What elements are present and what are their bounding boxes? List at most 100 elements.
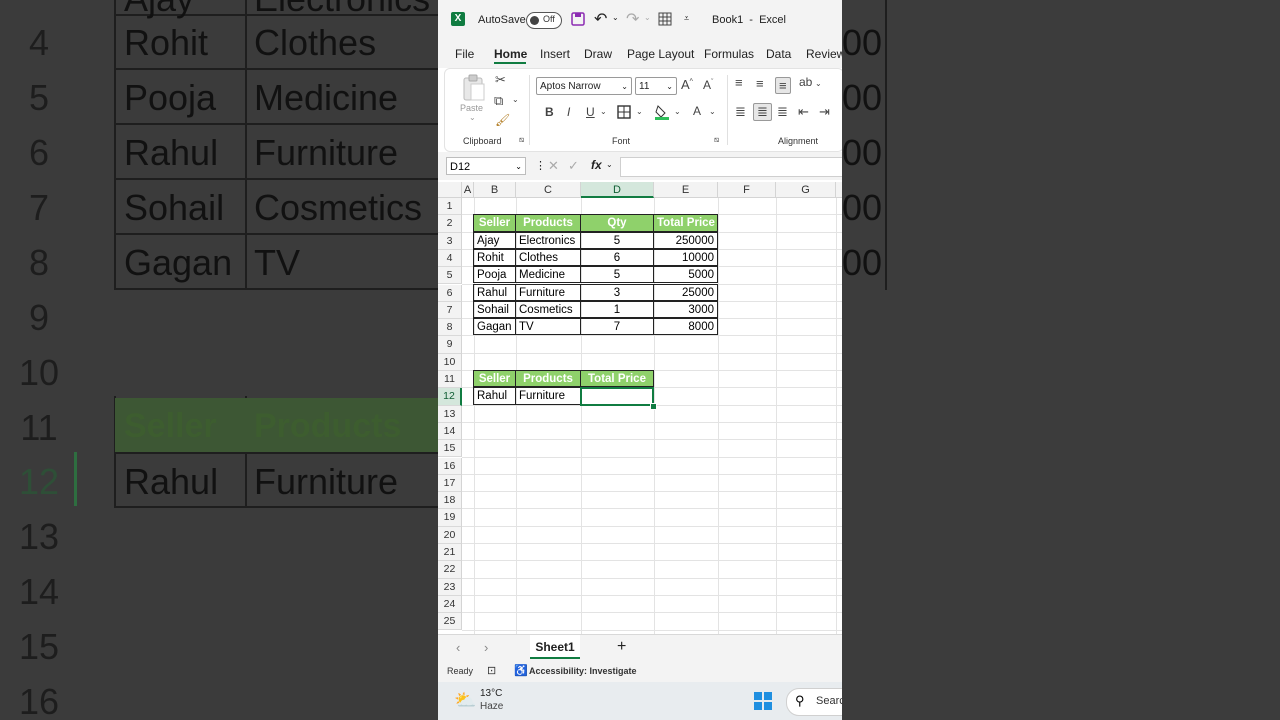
row-header[interactable]: 1 <box>438 198 462 216</box>
redo-dropdown-icon[interactable]: ⌄ <box>644 13 651 22</box>
align-top-icon[interactable]: ≡ <box>735 75 743 90</box>
row-header[interactable]: 24 <box>438 595 462 614</box>
row-header[interactable]: 11 <box>438 371 462 389</box>
table-cell[interactable]: 5000 <box>653 266 718 284</box>
tab-insert[interactable]: Insert <box>540 47 570 61</box>
row-header[interactable]: 19 <box>438 509 462 527</box>
table-header-cell[interactable]: Total Price <box>653 214 718 232</box>
table-cell[interactable]: 7 <box>580 318 654 336</box>
fill-color-dropdown-icon[interactable]: ⌄ <box>674 107 681 116</box>
font-color-dropdown-icon[interactable]: ⌄ <box>709 107 716 116</box>
align-middle-icon[interactable]: ≡ <box>756 76 764 91</box>
italic-icon[interactable]: I <box>567 105 570 119</box>
align-center-icon[interactable]: ≣ <box>753 103 772 121</box>
lookup-header-cell[interactable]: Seller <box>473 370 516 388</box>
enter-icon[interactable]: ✓ <box>568 158 579 174</box>
bold-icon[interactable]: B <box>545 105 554 119</box>
table-header-cell[interactable]: Qty <box>580 214 654 232</box>
row-header[interactable]: 3 <box>438 232 462 250</box>
tab-draw[interactable]: Draw <box>584 47 612 61</box>
column-header-a[interactable]: A <box>462 182 474 198</box>
format-painter-icon[interactable]: 🖌 <box>495 113 510 127</box>
row-header[interactable]: 4 <box>438 249 462 268</box>
column-header-c[interactable]: C <box>516 182 581 198</box>
copy-dropdown-icon[interactable]: ⌄ <box>512 95 519 104</box>
increase-indent-icon[interactable]: ⇥ <box>819 104 830 120</box>
column-header-g[interactable]: G <box>776 182 836 198</box>
customize-toolbar-icon[interactable]: ⩡ <box>684 13 689 24</box>
cancel-icon[interactable]: ✕ <box>548 158 559 174</box>
borders-icon[interactable] <box>617 105 631 119</box>
table-cell[interactable]: Cosmetics <box>515 300 581 319</box>
lookup-cell[interactable]: Furniture <box>515 387 581 405</box>
table-cell[interactable]: Furniture <box>515 283 581 301</box>
more-icon[interactable]: ⋮ <box>535 159 546 172</box>
fx-dropdown-icon[interactable]: ⌄ <box>606 160 613 169</box>
tab-data[interactable]: Data <box>766 47 791 61</box>
row-header[interactable]: 18 <box>438 492 462 510</box>
font-name-select[interactable]: Aptos Narrow ⌄ <box>536 77 632 95</box>
table-format-icon[interactable] <box>658 12 672 26</box>
column-header-d[interactable]: D <box>581 182 654 198</box>
font-color-icon[interactable]: A <box>693 104 701 118</box>
row-header[interactable]: 16 <box>438 457 462 475</box>
table-cell[interactable]: 250000 <box>653 231 718 249</box>
table-cell[interactable]: 5 <box>580 231 654 249</box>
tab-file[interactable]: File <box>455 47 474 61</box>
accessibility-icon[interactable]: ♿ <box>514 664 528 677</box>
active-cell-selection[interactable] <box>580 387 654 406</box>
align-left-icon[interactable]: ≣ <box>735 104 746 120</box>
copy-icon[interactable]: ⧉ <box>494 93 503 109</box>
cut-icon[interactable]: ✂ <box>495 72 506 88</box>
formula-input[interactable] <box>620 157 842 177</box>
add-sheet-icon[interactable]: + <box>617 638 626 656</box>
decrease-font-icon[interactable]: Aˇ <box>703 78 713 92</box>
table-cell[interactable]: Pooja <box>473 266 516 284</box>
row-header[interactable]: 13 <box>438 405 462 423</box>
column-header-b[interactable]: B <box>474 182 516 198</box>
table-cell[interactable]: Gagan <box>473 318 516 336</box>
paste-label[interactable]: Paste <box>460 103 483 113</box>
macro-record-icon[interactable]: ⊡ <box>487 664 496 677</box>
borders-dropdown-icon[interactable]: ⌄ <box>636 107 643 116</box>
row-header[interactable]: 2 <box>438 215 462 233</box>
table-cell[interactable]: 1 <box>580 300 654 319</box>
column-header-f[interactable]: F <box>718 182 776 198</box>
decrease-indent-icon[interactable]: ⇤ <box>798 104 809 120</box>
table-cell[interactable]: Rahul <box>473 283 516 301</box>
next-sheet-icon[interactable]: › <box>484 640 488 655</box>
tab-page-layout[interactable]: Page Layout <box>627 47 694 61</box>
row-header[interactable]: 14 <box>438 422 462 441</box>
worksheet-grid[interactable]: A B C D E F G 1 2 3 4 5 6 7 8 9 10 11 12 13 14 15 16 17 1… <box>438 182 842 634</box>
redo-icon[interactable]: ↷ <box>626 9 639 29</box>
row-header[interactable]: 20 <box>438 526 462 544</box>
underline-icon[interactable]: U <box>586 105 595 119</box>
table-cell[interactable]: 6 <box>580 248 654 267</box>
windows-start-icon[interactable] <box>754 692 772 710</box>
row-header[interactable]: 12 <box>438 388 462 406</box>
sheet-tab-sheet1[interactable]: Sheet1 <box>530 635 580 659</box>
row-header[interactable]: 22 <box>438 561 462 579</box>
table-cell[interactable]: Sohail <box>473 300 516 319</box>
row-header[interactable]: 17 <box>438 474 462 493</box>
accessibility-status[interactable]: Accessibility: Investigate <box>529 666 637 676</box>
table-cell[interactable]: Ajay <box>473 231 516 249</box>
table-cell[interactable]: Clothes <box>515 248 581 267</box>
table-cell[interactable]: Electronics <box>515 231 581 249</box>
row-header[interactable]: 7 <box>438 301 462 320</box>
align-bottom-icon[interactable]: ≡ <box>775 77 791 94</box>
table-header-cell[interactable]: Products <box>515 214 581 232</box>
underline-dropdown-icon[interactable]: ⌄ <box>600 107 607 116</box>
font-size-select[interactable]: 11 ⌄ <box>635 77 677 95</box>
row-header[interactable]: 10 <box>438 353 462 371</box>
select-all-corner[interactable] <box>438 182 462 198</box>
table-cell[interactable]: Rohit <box>473 248 516 267</box>
clipboard-launcher-icon[interactable]: ⧅ <box>519 135 524 145</box>
name-box[interactable]: D12 ⌄ <box>446 157 526 175</box>
column-header-e[interactable]: E <box>654 182 718 198</box>
row-header[interactable]: 23 <box>438 578 462 596</box>
lookup-cell[interactable]: Rahul <box>473 387 516 405</box>
paste-dropdown-icon[interactable]: ⌄ <box>469 113 476 122</box>
undo-dropdown-icon[interactable]: ⌄ <box>612 13 619 22</box>
row-header[interactable]: 21 <box>438 544 462 562</box>
